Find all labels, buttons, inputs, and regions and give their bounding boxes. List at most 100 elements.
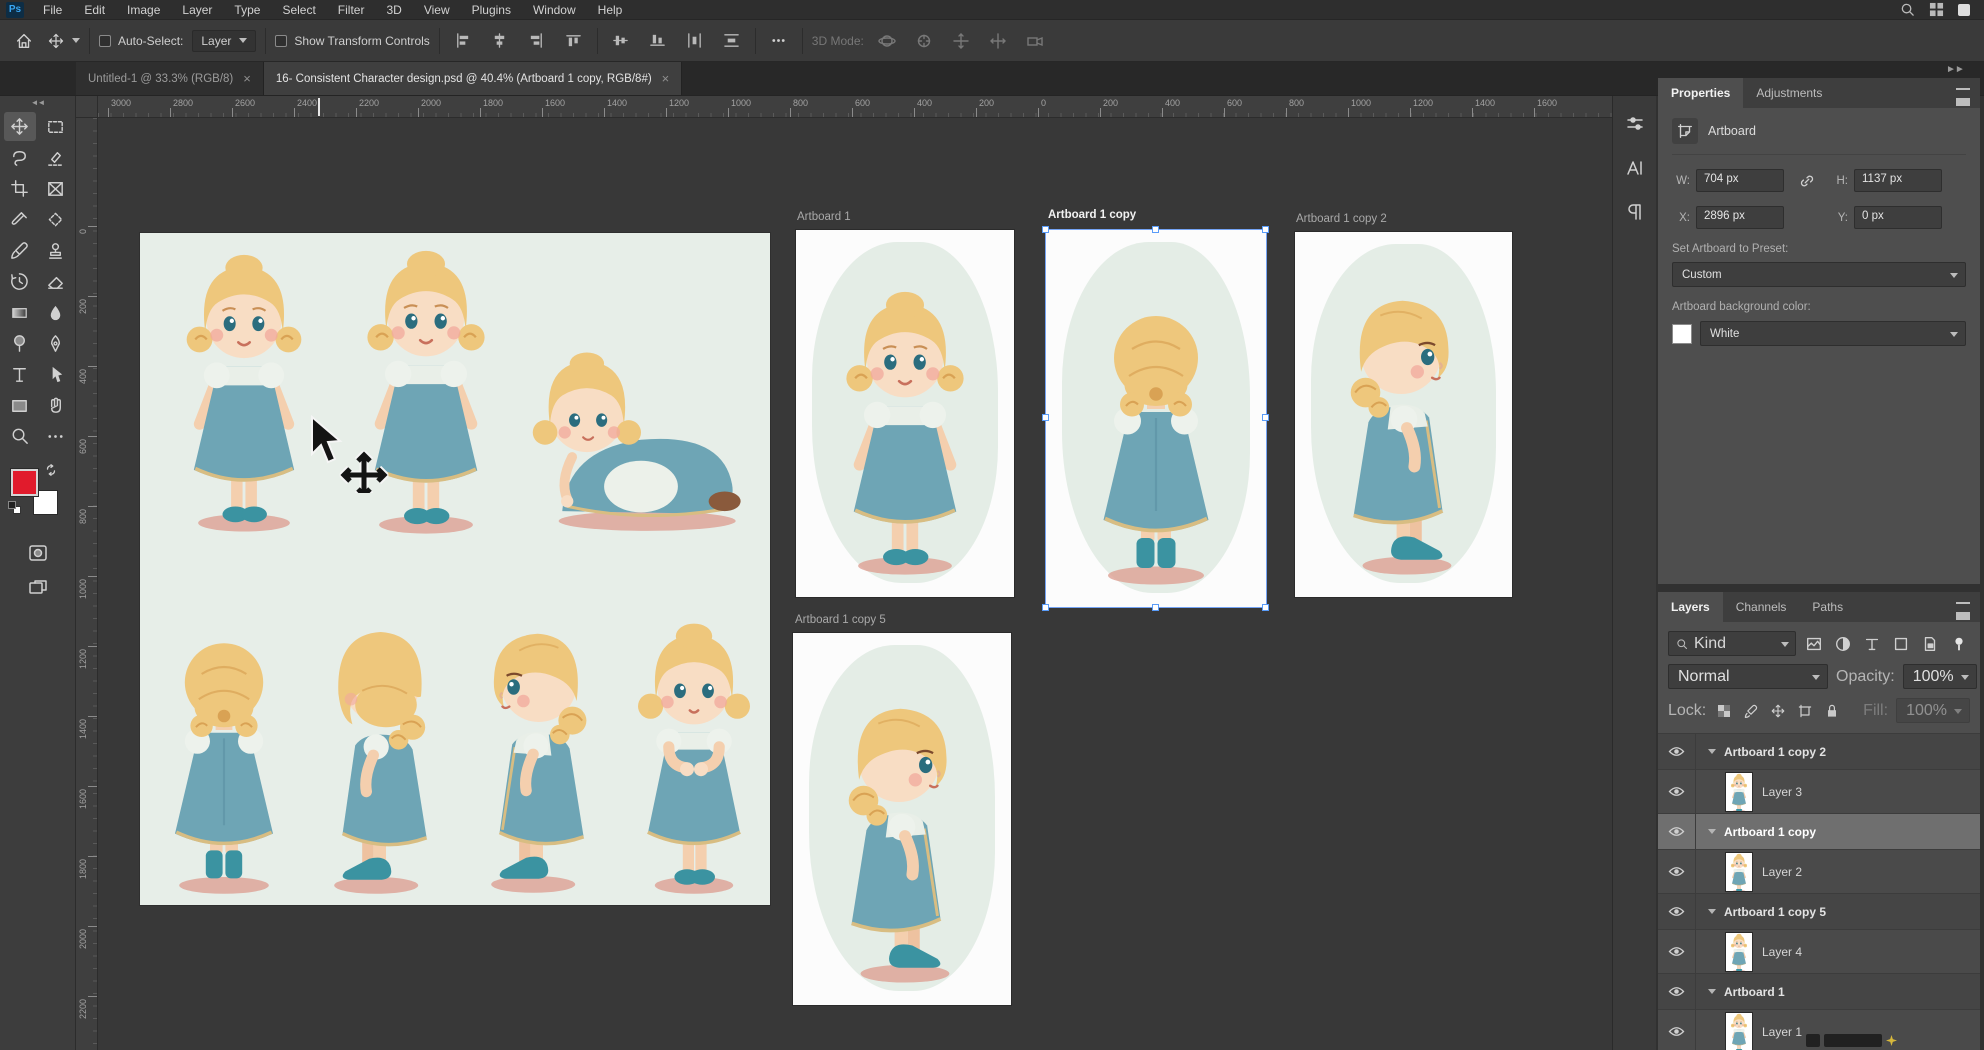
edit-toolbar-icon[interactable] <box>40 422 72 451</box>
close-tab-icon[interactable] <box>662 71 670 86</box>
filter-pixel-layers-icon[interactable] <box>1802 631 1825 656</box>
artboard-label[interactable]: Artboard 1 copy 5 <box>795 614 886 626</box>
lock-pixels-icon[interactable] <box>1741 698 1760 723</box>
y-field[interactable]: 0 px <box>1854 206 1942 229</box>
opacity-field[interactable]: 100% <box>1903 664 1977 689</box>
menu-item[interactable]: Layer <box>171 1 223 19</box>
auto-select-checkbox[interactable]: Auto-Select: <box>99 34 183 48</box>
collapse-toolbar-icon[interactable]: ◄◄ <box>0 96 75 108</box>
move-tool[interactable] <box>4 112 36 141</box>
visibility-toggle[interactable] <box>1658 850 1696 893</box>
hand-tool[interactable] <box>40 391 72 420</box>
selection-handle[interactable] <box>1262 414 1269 421</box>
ruler-origin-corner[interactable] <box>76 96 98 118</box>
eraser-tool[interactable] <box>40 267 72 296</box>
layer-row[interactable]: Layer 3 <box>1658 770 1980 814</box>
menu-item[interactable]: File <box>32 1 73 19</box>
checkbox-icon[interactable] <box>275 35 287 47</box>
selection-handle[interactable] <box>1152 604 1159 611</box>
layer-row[interactable]: Layer 4 <box>1658 930 1980 974</box>
zoom-tool[interactable] <box>4 422 36 451</box>
panel-menu-icon[interactable] <box>1956 88 1970 98</box>
menu-item[interactable]: 3D <box>375 1 412 19</box>
artboard-preset-dropdown[interactable]: Custom <box>1672 262 1966 287</box>
blend-mode-dropdown[interactable]: Normal <box>1668 664 1828 689</box>
pen-tool[interactable] <box>40 329 72 358</box>
paragraph-panel-icon[interactable] <box>1621 198 1649 226</box>
menu-item[interactable]: Help <box>587 1 634 19</box>
frame-tool[interactable] <box>40 174 72 203</box>
layer-thumbnail[interactable] <box>1726 1013 1752 1050</box>
gradient-tool[interactable] <box>4 298 36 327</box>
layer-row[interactable]: Artboard 1 copy 5 <box>1658 894 1980 930</box>
auto-select-target-dropdown[interactable]: Layer <box>192 30 256 52</box>
layer-row[interactable]: Layer 2 <box>1658 850 1980 894</box>
checkbox-icon[interactable] <box>99 35 111 47</box>
visibility-toggle[interactable] <box>1658 974 1696 1009</box>
artboard-1[interactable] <box>796 230 1014 597</box>
align-left-edges-icon[interactable] <box>449 27 477 55</box>
artboard-label-selected[interactable]: Artboard 1 copy <box>1048 209 1136 221</box>
layer-thumbnail[interactable] <box>1726 853 1752 891</box>
lock-artboard-icon[interactable] <box>1795 698 1814 723</box>
align-top-edges-icon[interactable] <box>560 27 588 55</box>
artboard-1-copy-2[interactable] <box>1295 232 1512 597</box>
layer-thumbnail[interactable] <box>1726 933 1752 971</box>
screen-mode-icon[interactable] <box>27 577 49 597</box>
artboard-label[interactable]: Artboard 1 <box>797 211 851 223</box>
panel-menu-icon[interactable] <box>1956 602 1970 612</box>
horizontal-ruler[interactable]: 3000 2800 2600 2400 2200 2000 1800 1600 … <box>98 96 1612 118</box>
menu-item[interactable]: Image <box>116 1 171 19</box>
artboard-bg-color-swatch[interactable] <box>1672 324 1692 344</box>
home-icon[interactable] <box>10 27 38 55</box>
close-tab-icon[interactable] <box>243 71 251 86</box>
layer-row[interactable]: Artboard 1 <box>1658 974 1980 1010</box>
menu-item[interactable]: Plugins <box>461 1 522 19</box>
vertical-ruler[interactable]: 0 200 400 600 800 1000 1200 1400 1600 18… <box>76 118 98 1050</box>
visibility-toggle[interactable] <box>1658 734 1696 769</box>
brush-tool[interactable] <box>4 236 36 265</box>
group-expand-chevron-icon[interactable] <box>1708 989 1716 994</box>
move-tool-preset[interactable] <box>47 32 80 50</box>
layer-filter-dropdown[interactable]: Kind <box>1668 631 1796 656</box>
crop-tool[interactable] <box>4 174 36 203</box>
rectangle-tool[interactable] <box>4 391 36 420</box>
align-bottom-edges-icon[interactable] <box>644 27 672 55</box>
width-field[interactable]: 704 px <box>1696 169 1784 192</box>
history-brush-tool[interactable] <box>4 267 36 296</box>
lock-transparency-icon[interactable] <box>1714 698 1733 723</box>
clone-stamp-tool[interactable] <box>40 236 72 265</box>
lock-position-icon[interactable] <box>1768 698 1787 723</box>
menu-item[interactable]: View <box>413 1 461 19</box>
filter-shape-layers-icon[interactable] <box>1889 631 1912 656</box>
panel-tab[interactable]: Paths <box>1799 592 1856 622</box>
menu-item[interactable]: Filter <box>327 1 376 19</box>
filter-pin-icon[interactable] <box>1947 631 1970 656</box>
menu-item[interactable]: Window <box>522 1 587 19</box>
expand-panels-icon[interactable]: ►► <box>1946 64 1964 75</box>
layer-thumbnail[interactable] <box>1726 773 1752 811</box>
search-icon[interactable] <box>1900 2 1915 17</box>
artboard-1-copy[interactable] <box>1046 230 1266 607</box>
blur-tool[interactable] <box>40 298 72 327</box>
visibility-toggle[interactable] <box>1658 814 1696 849</box>
align-vertical-centers-icon[interactable] <box>607 27 635 55</box>
swap-colors-icon[interactable] <box>44 463 58 477</box>
group-expand-chevron-icon[interactable] <box>1708 829 1716 834</box>
artboard-1-copy-5[interactable] <box>793 633 1011 1005</box>
character-panel-icon[interactable] <box>1621 154 1649 182</box>
visibility-toggle[interactable] <box>1658 770 1696 813</box>
x-field[interactable]: 2896 px <box>1696 206 1784 229</box>
document-tab[interactable]: Untitled-1 @ 33.3% (RGB/8) <box>76 62 264 95</box>
path-select-tool[interactable] <box>40 360 72 389</box>
align-horizontal-centers-icon[interactable] <box>486 27 514 55</box>
menu-item[interactable]: Type <box>223 1 271 19</box>
layer-row[interactable]: Artboard 1 copy 2 <box>1658 734 1980 770</box>
selection-handle[interactable] <box>1262 604 1269 611</box>
selection-handle[interactable] <box>1042 604 1049 611</box>
visibility-toggle[interactable] <box>1658 930 1696 973</box>
filter-type-layers-icon[interactable] <box>1860 631 1883 656</box>
character-sheet-image[interactable] <box>140 233 770 905</box>
quick-mask-icon[interactable] <box>27 543 49 563</box>
selection-handle[interactable] <box>1042 414 1049 421</box>
